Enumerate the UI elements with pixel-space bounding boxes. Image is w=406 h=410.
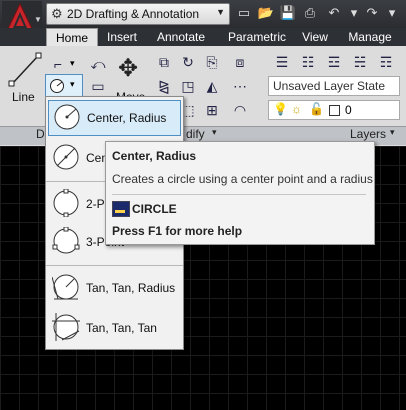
layer-dropdown[interactable]: 💡 ☼ 🔓 0 — [268, 100, 400, 120]
circle-2-point-icon — [53, 189, 79, 217]
rotate-icon[interactable]: ↻ — [176, 50, 200, 74]
line-icon[interactable] — [8, 52, 42, 88]
line-button-label[interactable]: Line — [12, 90, 35, 104]
open-icon[interactable]: 📂 — [256, 3, 276, 23]
polyline-dropdown-icon[interactable]: ▾ — [70, 58, 75, 69]
tooltip-command: CIRCLE — [132, 202, 177, 216]
layer-state-label: Unsaved Layer State — [273, 79, 386, 93]
layer-match-icon[interactable]: ☶ — [374, 50, 398, 74]
command-line-icon — [112, 201, 130, 217]
lightbulb-icon: 💡 — [273, 102, 288, 116]
tooltip-title: Center, Radius — [112, 149, 197, 163]
layer-isolate-icon[interactable]: ☷ — [296, 50, 320, 74]
tab-parametric[interactable]: Parametric — [220, 28, 294, 46]
circle-center-diameter-icon — [53, 144, 79, 170]
chevron-down-icon: ▼ — [216, 7, 225, 17]
tooltip-description: Creates a circle using a center point an… — [112, 172, 373, 186]
stretch-icon[interactable]: ◭ — [200, 74, 224, 98]
new-icon[interactable]: ▭ — [234, 3, 254, 23]
workspace-label: 2D Drafting & Annotation — [67, 7, 200, 21]
menu-item-label: Tan, Tan, Radius — [86, 281, 176, 295]
tab-insert[interactable]: Insert — [100, 28, 144, 46]
explode-icon[interactable]: ⋯ — [228, 74, 252, 98]
trim-icon[interactable]: ⎘ — [200, 50, 224, 74]
circle-button[interactable]: ▾ — [45, 74, 83, 98]
menu-item-tan-tan-tan[interactable]: Tan, Tan, Tan — [46, 309, 183, 347]
tab-view[interactable]: View — [296, 28, 334, 46]
layer-current-label: 0 — [345, 103, 352, 117]
command-tooltip: Center, Radius Creates a circle using a … — [105, 141, 375, 245]
layer-properties-icon[interactable]: ☰ — [270, 50, 294, 74]
gear-icon: ⚙ — [51, 6, 63, 21]
circle-center-radius-icon — [54, 104, 80, 130]
tooltip-help: Press F1 for more help — [112, 224, 243, 238]
app-menu-arrow-icon: ▼ — [34, 15, 42, 24]
mirror-icon[interactable]: ⧎ — [152, 74, 176, 98]
polyline-icon[interactable]: ⌐ — [46, 52, 70, 76]
menu-item-center-radius[interactable]: Center, Radius — [48, 100, 181, 136]
menu-item-label: Tan, Tan, Tan — [86, 321, 157, 335]
panel-modify-expand-icon[interactable]: ▾ — [212, 127, 217, 138]
layer-freeze-icon[interactable]: ☲ — [322, 50, 346, 74]
circle-tan-tan-tan-icon — [52, 313, 80, 341]
panel-layers-label[interactable]: Layers — [350, 127, 386, 141]
circle-dropdown-icon: ▾ — [70, 79, 75, 89]
tab-home[interactable]: Home — [46, 28, 98, 47]
layer-color-swatch — [329, 105, 340, 116]
menu-separator — [46, 265, 183, 266]
redo-dropdown-icon[interactable]: ▾ — [382, 3, 402, 23]
unlock-icon: 🔓 — [309, 102, 324, 116]
undo-dropdown-icon[interactable]: ▾ — [344, 3, 364, 23]
panel-layers-expand-icon[interactable]: ▾ — [390, 127, 395, 138]
tooltip-separator — [112, 194, 366, 195]
tab-annotate[interactable]: Annotate — [150, 28, 212, 46]
menu-item-label: Center, Radius — [87, 111, 167, 125]
menu-item-tan-tan-radius[interactable]: Tan, Tan, Radius — [46, 269, 183, 307]
rectangle-icon[interactable]: ▭ — [86, 74, 110, 98]
array-icon[interactable]: ⊞ — [200, 98, 224, 122]
tab-manage[interactable]: Manage — [340, 28, 400, 46]
print-icon[interactable]: ⎙ — [300, 3, 320, 23]
panel-draw-label[interactable]: D — [36, 127, 45, 141]
save-icon[interactable]: 💾 — [278, 3, 298, 23]
undo-icon[interactable]: ↶ — [324, 3, 344, 23]
circle-tan-tan-radius-icon — [52, 274, 79, 300]
layer-state-dropdown[interactable]: Unsaved Layer State — [268, 76, 400, 96]
panel-modify-label[interactable]: dify — [186, 127, 205, 141]
arc-icon[interactable]: ⤺ — [86, 52, 110, 76]
move-icon[interactable]: ✥ — [118, 54, 138, 83]
layer-off-icon[interactable]: ☵ — [348, 50, 372, 74]
workspace-switcher[interactable]: ⚙ 2D Drafting & Annotation ▼ — [46, 3, 230, 25]
sun-icon: ☼ — [291, 102, 302, 116]
menu-item-label: 2-P — [86, 197, 105, 211]
fillet-icon[interactable]: ◳ — [176, 74, 200, 98]
circle-icon — [50, 79, 64, 93]
copy-icon[interactable]: ⧉ — [152, 50, 176, 74]
redo-icon[interactable]: ↷ — [362, 3, 382, 23]
offset-icon[interactable]: ◠ — [228, 98, 252, 122]
circle-3-point-icon — [52, 227, 80, 254]
erase-icon[interactable]: ⧈ — [228, 50, 252, 74]
